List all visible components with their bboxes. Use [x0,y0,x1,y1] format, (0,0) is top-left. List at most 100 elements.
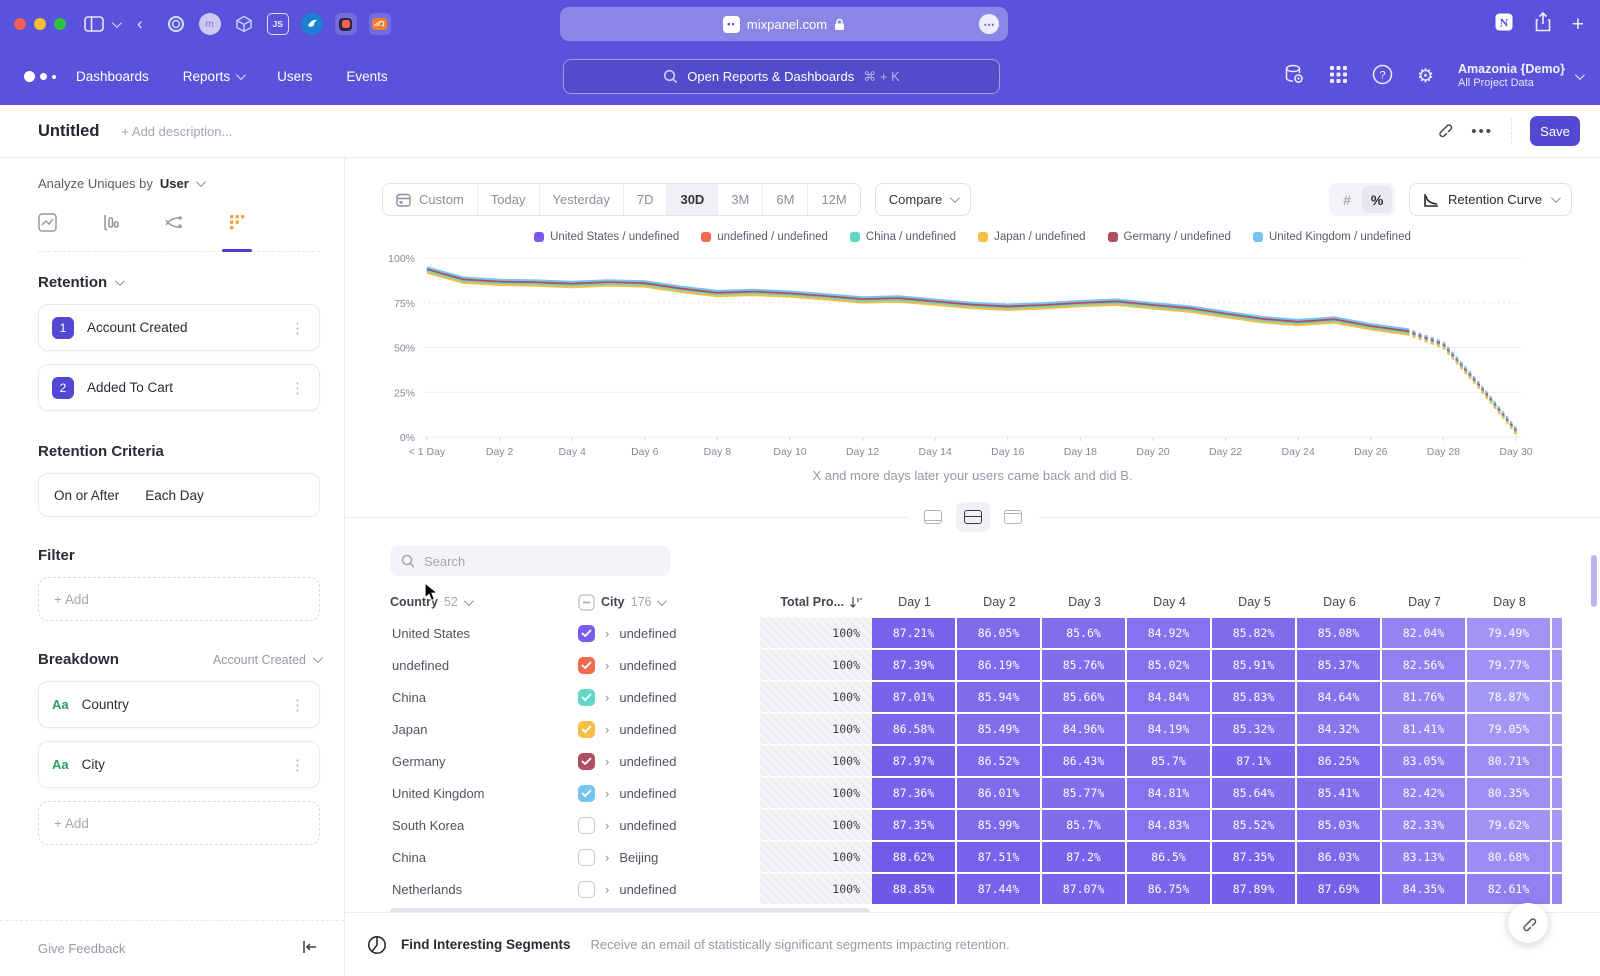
retention-value-cell[interactable]: 79.77% [1467,650,1552,680]
retention-value-cell[interactable]: 87.89% [1212,874,1297,904]
retention-value-cell[interactable]: 79.49% [1467,618,1552,648]
retention-value-cell[interactable]: 87.07% [1042,874,1127,904]
tab-insights[interactable] [38,213,57,237]
select-all-checkbox[interactable] [578,594,595,611]
nav-events[interactable]: Events [346,69,387,84]
range-3m-button[interactable]: 3M [718,184,763,215]
expand-row-chevron[interactable]: › [605,754,609,769]
retention-value-cell[interactable]: 84.92% [1127,618,1212,648]
step-event-label[interactable]: Account Created [87,320,290,335]
retention-value-cell[interactable]: 84.64% [1297,682,1382,712]
report-title[interactable]: Untitled [38,122,99,141]
notion-icon[interactable]: N [1494,12,1514,37]
nav-dashboards[interactable]: Dashboards [76,69,149,84]
city-column-header[interactable]: City176 [578,594,760,611]
retention-value-cell[interactable]: 79.05% [1467,714,1552,744]
breakdown-options-kebab[interactable]: ⋮ [290,756,306,774]
bird-extension-icon[interactable] [301,13,323,35]
js-extension-icon[interactable]: JS [267,13,289,35]
retention-step-card[interactable]: 2 Added To Cart ⋮ [38,364,320,411]
range-30d-button[interactable]: 30D [667,184,718,215]
row-checkbox-checked[interactable] [578,625,595,642]
retention-value-cell[interactable]: 87.1% [1212,746,1297,776]
country-column-header[interactable]: Country52 [390,595,578,609]
retention-value-cell[interactable]: 86.5% [1127,842,1212,872]
retention-value-cell[interactable]: 86.75% [1127,874,1212,904]
retention-value-cell[interactable]: 87.21% [872,618,957,648]
range-6m-button[interactable]: 6M [763,184,808,215]
compare-button[interactable]: Compare [875,183,971,216]
percent-format-button[interactable]: % [1362,186,1392,213]
retention-value-cell[interactable]: 86.52% [957,746,1042,776]
breakdown-property-label[interactable]: City [82,757,290,772]
retention-chart[interactable]: 100%75%50%25%0%< 1 DayDay 2Day 4Day 6Day… [345,250,1600,470]
share-link-fab[interactable] [1508,903,1548,943]
day-column-header[interactable]: Day 5 [1212,595,1297,609]
add-description-button[interactable]: + Add description... [121,124,232,139]
retention-value-cell[interactable]: 80.35% [1467,778,1552,808]
criteria-interval[interactable]: Each Day [145,488,204,503]
retention-value-cell[interactable]: 85.7% [1042,810,1127,840]
table-search-input[interactable]: Search [390,546,670,576]
retention-value-cell[interactable]: 86.03% [1297,842,1382,872]
tab-retention[interactable] [228,213,247,237]
retention-value-cell[interactable]: 82.42% [1382,778,1467,808]
retention-value-cell[interactable]: 82.04% [1382,618,1467,648]
retention-value-cell[interactable]: 86.25% [1297,746,1382,776]
retention-value-cell[interactable]: 84.19% [1127,714,1212,744]
copy-link-icon[interactable] [1435,120,1453,143]
retention-value-cell[interactable]: 82.33% [1382,810,1467,840]
retention-value-cell[interactable]: 81.41% [1382,714,1467,744]
retention-value-cell[interactable]: 85.77% [1042,778,1127,808]
expand-row-chevron[interactable]: › [605,658,609,673]
retention-value-cell[interactable]: 82.56% [1382,650,1467,680]
day-column-header[interactable]: Day 2 [957,595,1042,609]
step-options-kebab[interactable]: ⋮ [290,379,306,397]
retention-value-cell[interactable]: 83.05% [1382,746,1467,776]
expand-row-chevron[interactable]: › [605,690,609,705]
count-format-button[interactable]: # [1332,186,1362,213]
retention-section-title[interactable]: Retention [38,274,107,291]
legend-item[interactable]: Japan / undefined [978,231,1085,243]
table-row[interactable]: undefined › undefined 100%87.39%86.19%85… [390,650,1562,680]
mixpanel-logo[interactable] [24,71,66,82]
step-event-label[interactable]: Added To Cart [87,380,290,395]
retention-value-cell[interactable]: 88.85% [872,874,957,904]
retention-value-cell[interactable]: 88.62% [872,842,957,872]
retention-value-cell[interactable]: 84.96% [1042,714,1127,744]
retention-value-cell[interactable]: 84.81% [1127,778,1212,808]
range-yesterday-button[interactable]: Yesterday [540,184,624,215]
criteria-mode[interactable]: On or After [54,488,119,503]
retention-value-cell[interactable]: 85.99% [957,810,1042,840]
retention-value-cell[interactable]: 86.01% [957,778,1042,808]
raycast-extension-icon[interactable] [335,13,357,35]
expand-row-chevron[interactable]: › [605,786,609,801]
step-options-kebab[interactable]: ⋮ [290,319,306,337]
table-row[interactable]: China › Beijing 100%88.62%87.51%87.2%86.… [390,842,1562,872]
chart-type-selector[interactable]: Retention Curve [1409,183,1572,216]
retention-value-cell[interactable]: 87.36% [872,778,957,808]
row-checkbox-unchecked[interactable] [578,849,595,866]
breakdown-property-card[interactable]: Aa Country ⋮ [38,681,320,728]
filter-add-button[interactable]: + Add [38,577,320,621]
total-column-header[interactable]: Total Pro... [760,595,872,609]
expand-row-chevron[interactable]: › [605,626,609,641]
row-checkbox-unchecked[interactable] [578,817,595,834]
day-column-header[interactable]: Day 3 [1042,595,1127,609]
row-checkbox-unchecked[interactable] [578,881,595,898]
help-icon[interactable]: ? [1372,64,1393,90]
row-checkbox-checked[interactable] [578,753,595,770]
retention-value-cell[interactable]: 85.7% [1127,746,1212,776]
global-search-input[interactable]: Open Reports & Dashboards ⌘ + K [563,59,1000,94]
extensions-more-badge[interactable]: ⋯ [979,14,999,34]
retention-value-cell[interactable]: 81.76% [1382,682,1467,712]
day-column-header[interactable]: Day 1 [872,595,957,609]
range-12m-button[interactable]: 12M [808,184,859,215]
table-row[interactable]: Germany › undefined 100%87.97%86.52%86.4… [390,746,1562,776]
layout-table-only-button[interactable] [996,502,1030,532]
retention-value-cell[interactable]: 85.08% [1297,618,1382,648]
retention-value-cell[interactable]: 87.01% [872,682,957,712]
sidebar-chevron-icon[interactable] [112,21,119,28]
breakdown-event-selector[interactable]: Account Created [213,653,320,667]
ring-extension-icon[interactable] [165,13,187,35]
